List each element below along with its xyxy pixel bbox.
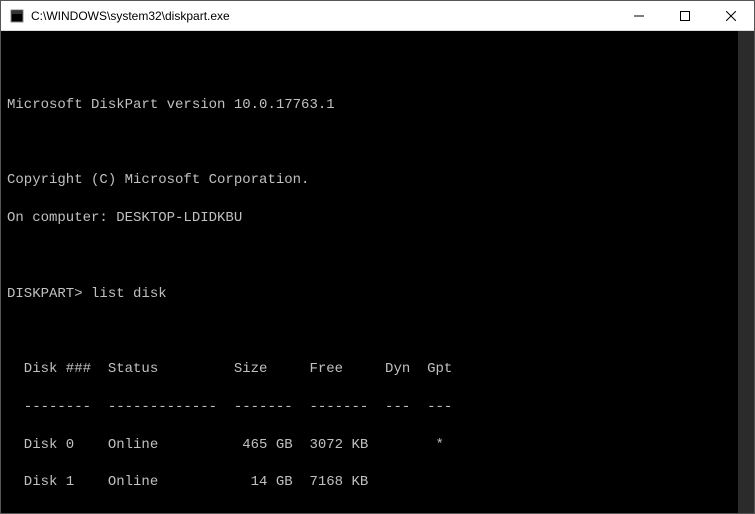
table-header: Disk ### Status Size Free Dyn Gpt — [7, 360, 748, 379]
app-icon — [9, 8, 25, 24]
close-button[interactable] — [708, 1, 754, 30]
window-controls — [616, 1, 754, 30]
titlebar[interactable]: C:\WINDOWS\system32\diskpart.exe — [1, 1, 754, 31]
terminal-output[interactable]: Microsoft DiskPart version 10.0.17763.1 … — [1, 31, 754, 513]
command-line-1: DISKPART> list disk — [7, 285, 748, 304]
blank-line — [7, 511, 748, 513]
version-line: Microsoft DiskPart version 10.0.17763.1 — [7, 96, 748, 115]
table-row: Disk 0 Online 465 GB 3072 KB * — [7, 436, 748, 455]
minimize-button[interactable] — [616, 1, 662, 30]
table-divider: -------- ------------- ------- ------- -… — [7, 398, 748, 417]
blank-line — [7, 322, 748, 341]
blank-line — [7, 58, 748, 77]
blank-line — [7, 247, 748, 266]
copyright-line: Copyright (C) Microsoft Corporation. — [7, 171, 748, 190]
prompt: DISKPART> — [7, 286, 83, 302]
table-row: Disk 1 Online 14 GB 7168 KB — [7, 473, 748, 492]
maximize-button[interactable] — [662, 1, 708, 30]
computer-line: On computer: DESKTOP-LDIDKBU — [7, 209, 748, 228]
command-text: list disk — [91, 286, 167, 302]
scrollbar[interactable] — [738, 31, 754, 513]
window-frame: C:\WINDOWS\system32\diskpart.exe Microso… — [0, 0, 755, 514]
window-title: C:\WINDOWS\system32\diskpart.exe — [31, 9, 616, 23]
blank-line — [7, 133, 748, 152]
